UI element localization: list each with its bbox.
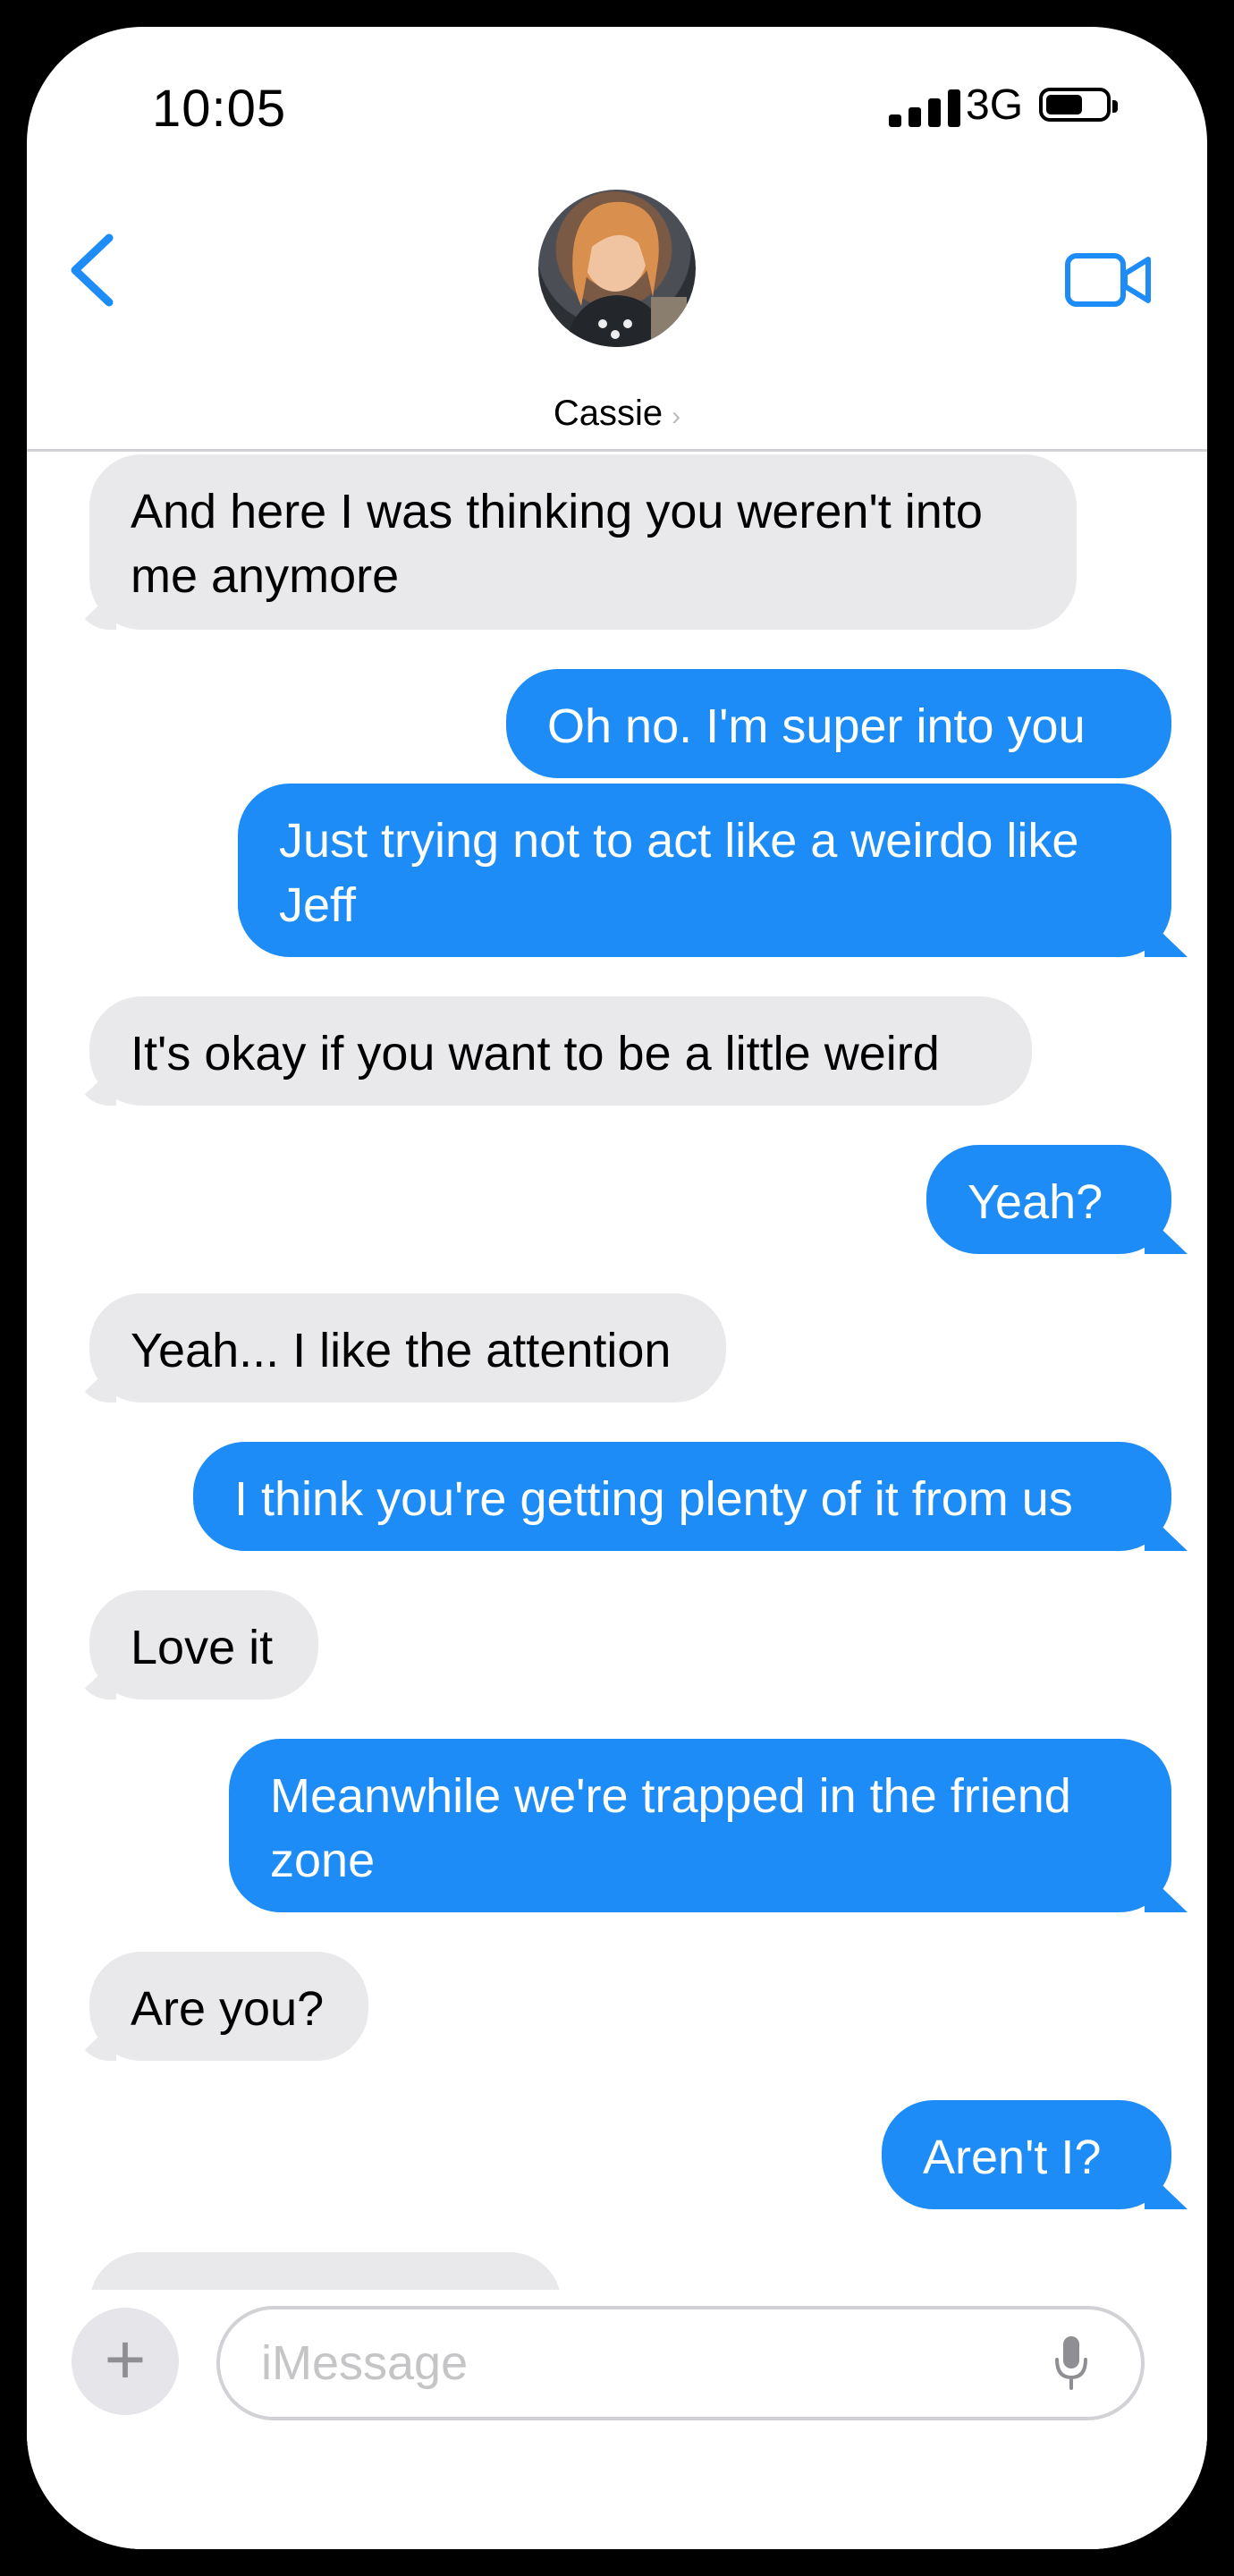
microphone-icon[interactable] bbox=[1053, 2334, 1089, 2392]
message-outgoing[interactable]: Aren't I? bbox=[882, 2100, 1171, 2209]
contact-name[interactable]: Cassie › bbox=[27, 394, 1207, 434]
message-incoming[interactable]: Yeah... I like the attention bbox=[89, 1293, 726, 1402]
imessage-input[interactable] bbox=[216, 2306, 1145, 2420]
message-outgoing[interactable]: Meanwhile we're trapped in the friend zo… bbox=[229, 1739, 1171, 1912]
plus-icon[interactable]: + bbox=[72, 2308, 179, 2415]
message-outgoing[interactable]: Just trying not to act like a weirdo lik… bbox=[238, 784, 1171, 957]
contact-name-label: Cassie bbox=[553, 394, 663, 433]
message-incoming[interactable]: And here I was thinking you weren't into… bbox=[89, 454, 1077, 630]
contact-avatar[interactable] bbox=[538, 190, 696, 347]
back-chevron-icon[interactable] bbox=[63, 220, 134, 318]
message-outgoing[interactable]: I think you're getting plenty of it from… bbox=[193, 1442, 1171, 1551]
message-outgoing[interactable]: Oh no. I'm super into you bbox=[506, 669, 1171, 778]
message-incoming[interactable]: Are you? bbox=[89, 1952, 368, 2061]
message-outgoing[interactable]: Yeah? bbox=[926, 1145, 1171, 1254]
network-type: 3G bbox=[966, 81, 1024, 129]
video-call-icon[interactable] bbox=[1064, 249, 1154, 311]
header-divider bbox=[27, 449, 1207, 452]
message-incoming[interactable]: It's okay if you want to be a little wei… bbox=[89, 996, 1032, 1106]
chevron-right-icon: › bbox=[672, 402, 681, 431]
signal-strength-icon bbox=[889, 89, 969, 127]
battery-icon bbox=[1039, 88, 1118, 122]
status-time: 10:05 bbox=[152, 80, 287, 138]
message-incoming[interactable]: Love it bbox=[89, 1590, 318, 1699]
phone-screen: 10:05 3G Cassie › And here I was thinkin… bbox=[27, 27, 1207, 2549]
